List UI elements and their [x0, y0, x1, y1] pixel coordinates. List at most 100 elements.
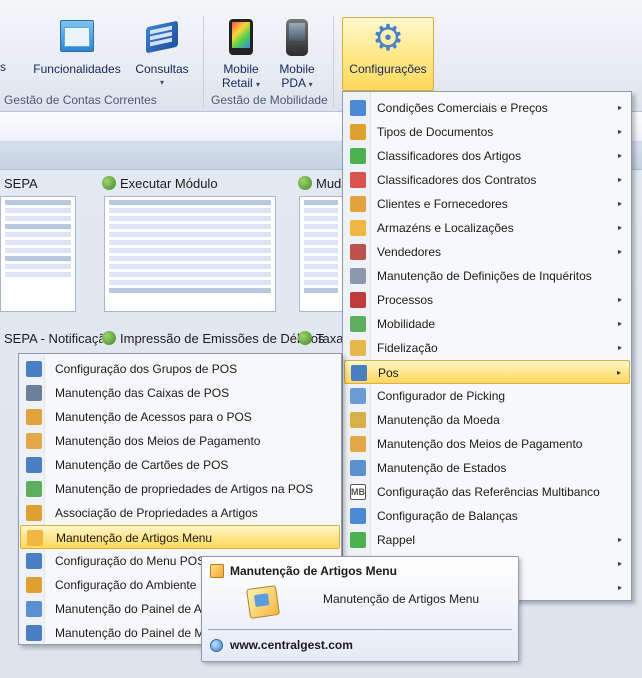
menu-item-seller[interactable]: Vendedores ▸ — [344, 240, 630, 264]
properties-icon — [26, 481, 42, 497]
seller-icon — [350, 244, 366, 260]
submenu-arrow-icon: ▸ — [617, 319, 622, 328]
ribbon-group-separator — [203, 16, 204, 108]
submenu-arrow-icon: ▸ — [617, 559, 622, 568]
submenu-item-access[interactable]: Manutenção de Acessos para o POS — [20, 405, 340, 429]
submenu-arrow-icon: ▸ — [617, 127, 622, 136]
tablet-icon — [221, 18, 261, 58]
submenu-item-cash-register[interactable]: Manutenção das Caixas de POS — [20, 381, 340, 405]
tooltip-separator — [208, 629, 512, 630]
rappel-icon — [350, 532, 366, 548]
panel-icon — [26, 625, 42, 641]
mobile-pda-button[interactable]: Mobile PDA ▾ — [271, 18, 323, 92]
submenu-arrow-icon: ▸ — [617, 535, 622, 544]
menu-item-contract[interactable]: Classificadores dos Contratos ▸ — [344, 168, 630, 192]
menu-item-rappel[interactable]: Rappel ▸ — [344, 528, 630, 552]
tile-taxa[interactable]: Taxa — [298, 331, 343, 346]
ribbon-group-separator — [333, 16, 334, 108]
tile-taxa-label: Taxa — [316, 331, 344, 346]
submenu-arrow-icon: ▸ — [617, 247, 622, 256]
menu-item-classifier[interactable]: Classificadores dos Artigos ▸ — [344, 144, 630, 168]
tile-impressao[interactable]: Impressão de Emissões de Débitos — [102, 331, 324, 346]
tile-muda[interactable]: Muda — [298, 176, 349, 191]
submenu-item-association[interactable]: Associação de Propriedades a Artigos — [20, 501, 340, 525]
menu-item-picking[interactable]: Configurador de Picking — [344, 384, 630, 408]
menu-item-pos[interactable]: Pos ▸ — [344, 360, 630, 384]
menu-item-document-types[interactable]: Tipos de Documentos ▸ — [344, 120, 630, 144]
book-icon — [142, 18, 182, 58]
submenu-item-card[interactable]: Manutenção de Cartões de POS — [20, 453, 340, 477]
submenu-arrow-icon: ▸ — [617, 583, 622, 592]
funcionalidades-button[interactable]: Funcionalidades — [30, 18, 124, 92]
menu-items-large-icon — [246, 585, 280, 619]
menu-item-label: Manutenção dos Meios de Pagamento — [377, 437, 583, 451]
menu-item-label: Manutenção de Estados — [377, 461, 507, 475]
menu-item-label: Fidelização — [377, 341, 438, 355]
picking-icon — [350, 388, 366, 404]
submenu-item-payment[interactable]: Manutenção dos Meios de Pagamento — [20, 429, 340, 453]
tile-executar-modulo[interactable]: Executar Módulo — [102, 176, 218, 191]
tile-sepa[interactable]: SEPA — [4, 176, 38, 191]
users-icon — [102, 331, 116, 345]
menu-item-warehouse[interactable]: Armazéns e Localizações ▸ — [344, 216, 630, 240]
submenu-item-label: Manutenção de propriedades de Artigos na… — [55, 482, 314, 496]
submenu-item-menu-items[interactable]: Manutenção de Artigos Menu — [20, 525, 340, 549]
menu-item-label: Configuração de Balanças — [377, 509, 518, 523]
menu-config-icon — [26, 553, 42, 569]
loyalty-icon — [350, 340, 366, 356]
menu-item-label: Vendedores — [377, 245, 442, 259]
panel-icon — [26, 601, 42, 617]
coin-icon — [350, 412, 366, 428]
pda-icon — [277, 18, 317, 58]
menu-item-scale[interactable]: Configuração de Balanças — [344, 504, 630, 528]
chevron-down-icon: ▾ — [159, 78, 164, 87]
submenu-item-properties[interactable]: Manutenção de propriedades de Artigos na… — [20, 477, 340, 501]
configuracoes-menu: Condições Comerciais e Preços ▸ Tipos de D… — [342, 91, 632, 601]
process-icon — [350, 292, 366, 308]
contract-icon — [350, 172, 366, 188]
states-icon — [350, 460, 366, 476]
document-types-icon — [350, 124, 366, 140]
submenu-item-label: Manutenção de Cartões de POS — [55, 458, 229, 472]
menu-item-multibanco[interactable]: MB Configuração das Referências Multibanc… — [344, 480, 630, 504]
menu-items-icon — [210, 564, 224, 578]
tile-sepa-notificacao[interactable]: SEPA - Notificação — [4, 331, 113, 346]
warehouse-icon — [350, 220, 366, 236]
menu-item-loyalty[interactable]: Fidelização ▸ — [344, 336, 630, 360]
environment-icon — [26, 577, 42, 593]
mobility-icon — [350, 316, 366, 332]
classifier-icon — [350, 148, 366, 164]
menu-item-process[interactable]: Processos ▸ — [344, 288, 630, 312]
payment-icon — [350, 436, 366, 452]
menu-item-states[interactable]: Manutenção de Estados — [344, 456, 630, 480]
chevron-down-icon: ▾ — [256, 80, 261, 89]
configuracoes-label: Configurações — [349, 62, 427, 76]
menu-item-label: Classificadores dos Artigos — [377, 149, 522, 163]
submenu-item-label: Configuração dos Grupos de POS — [55, 362, 238, 376]
menu-item-users[interactable]: Clientes e Fornecedores ▸ — [344, 192, 630, 216]
submenu-item-label: Manutenção dos Meios de Pagamento — [55, 434, 261, 448]
menu-item-conditions[interactable]: Condições Comerciais e Preços ▸ — [344, 96, 630, 120]
funcionalidades-label: Funcionalidades — [33, 62, 121, 76]
menu-item-coin[interactable]: Manutenção da Moeda — [344, 408, 630, 432]
menu-item-survey[interactable]: Manutenção de Definições de Inquéritos — [344, 264, 630, 288]
card-icon — [26, 457, 42, 473]
menu-item-payment[interactable]: Manutenção dos Meios de Pagamento — [344, 432, 630, 456]
submenu-item-label: Manutenção de Acessos para o POS — [55, 410, 252, 424]
configuracoes-button[interactable]: ⚙ Configurações — [342, 17, 434, 91]
help-icon — [210, 639, 223, 652]
menu-item-label: Clientes e Fornecedores — [377, 197, 508, 211]
survey-icon — [350, 268, 366, 284]
submenu-item-label: Manutenção das Caixas de POS — [55, 386, 230, 400]
submenu-arrow-icon: ▸ — [617, 223, 622, 232]
submenu-item-label: Configuração do Menu POS — [55, 554, 206, 568]
mobile-retail-button[interactable]: Mobile Retail ▾ — [215, 18, 267, 92]
consultas-button[interactable]: Consultas ▾ — [130, 18, 194, 92]
menu-item-mobility[interactable]: Mobilidade ▸ — [344, 312, 630, 336]
submenu-arrow-icon: ▸ — [617, 103, 622, 112]
users-icon — [350, 196, 366, 212]
group-label-contas: Gestão de Contas Correntes — [4, 93, 157, 107]
gears-icon: ⚙ — [371, 17, 405, 58]
submenu-item-pos-group[interactable]: Configuração dos Grupos de POS — [20, 357, 340, 381]
users-icon — [102, 176, 116, 190]
